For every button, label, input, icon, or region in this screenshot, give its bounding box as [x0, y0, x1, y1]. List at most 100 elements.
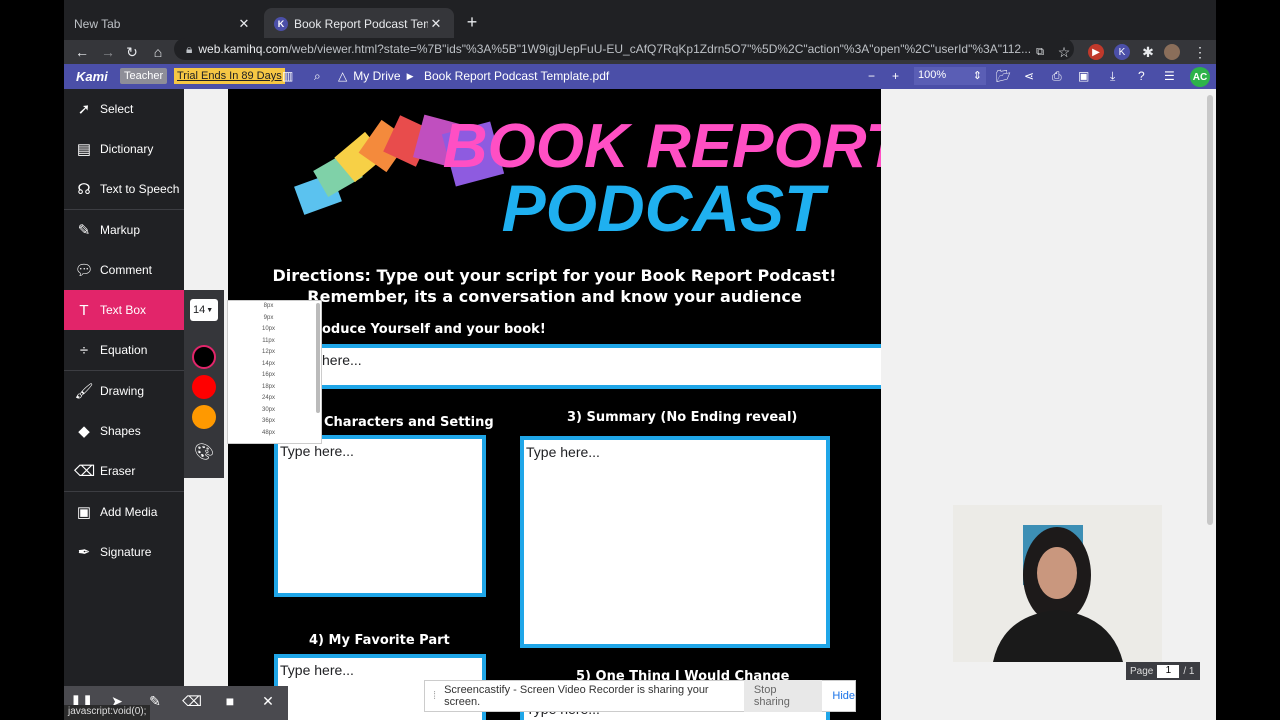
hamburger-menu-icon[interactable]: ☰: [1164, 69, 1175, 83]
close-icon[interactable]: ✕: [257, 693, 279, 713]
sidebar-item-signature[interactable]: ✒ Signature: [64, 532, 184, 572]
close-icon[interactable]: ✕: [428, 16, 444, 32]
drive-link[interactable]: My Drive: [353, 69, 400, 83]
tab-new-tab[interactable]: New Tab ✕: [64, 8, 262, 40]
font-size-option[interactable]: 11px: [228, 336, 321, 348]
url-host: web.kamihq.com: [198, 42, 289, 56]
search-icon[interactable]: ⌕: [314, 69, 321, 84]
home-icon[interactable]: ⌂: [148, 40, 168, 64]
tab-title: New Tab: [74, 17, 121, 31]
trial-badge[interactable]: Trial Ends In 89 Days: [174, 68, 285, 84]
font-size-value: 14: [193, 304, 206, 316]
sidebar-item-label: Comment: [100, 263, 153, 277]
sidebar-item-eraser[interactable]: ⌫ Eraser: [64, 451, 184, 491]
sidebar-item-label: Select: [100, 102, 134, 116]
viewer-scrollbar[interactable]: [1207, 95, 1213, 525]
browser-toolbar: ← → ↻ ⌂ 🔒︎ web.kamihq.com /web/viewer.ht…: [64, 38, 1216, 64]
star-icon[interactable]: ☆: [1054, 40, 1074, 64]
sidebar-item-equation[interactable]: ÷ Equation: [64, 330, 184, 370]
cursor-icon: ➚: [77, 101, 91, 118]
hide-button[interactable]: Hide: [832, 690, 855, 702]
eraser-icon[interactable]: ⌫: [181, 693, 203, 713]
color-swatch-black[interactable]: [192, 345, 216, 369]
font-size-option[interactable]: 48px: [228, 428, 321, 440]
share-message: Screencastify - Screen Video Recorder is…: [444, 684, 709, 708]
sidebar-item-label: Dictionary: [100, 142, 154, 156]
sidebar-item-label: Text to Speech: [100, 182, 180, 196]
save-icon[interactable]: ▣: [1078, 69, 1089, 83]
text-icon: T: [79, 301, 89, 319]
share-icon[interactable]: ⋖: [1024, 69, 1034, 83]
camera-icon[interactable]: ■: [219, 693, 241, 713]
sidebar-item-label: Shapes: [100, 424, 141, 438]
zoom-in-icon[interactable]: +: [892, 69, 899, 83]
sidebar-item-dictionary[interactable]: ▤ Dictionary: [64, 129, 184, 169]
print-icon[interactable]: ⎙: [1052, 69, 1062, 84]
font-size-option[interactable]: 14px: [228, 359, 321, 371]
download-icon[interactable]: ⤓: [1110, 69, 1115, 84]
forward-arrow-icon[interactable]: →: [98, 40, 118, 64]
color-swatch-red[interactable]: [192, 375, 216, 399]
sidebar-toggle-icon[interactable]: ▥: [282, 69, 293, 83]
directions-line2: Remember, its a conversation and know yo…: [307, 287, 802, 306]
zoom-select[interactable]: 100% ⇕: [914, 67, 986, 85]
media-icon: ▣: [76, 504, 92, 521]
install-icon[interactable]: ⧉: [1030, 40, 1050, 64]
user-avatar[interactable]: AC: [1190, 67, 1210, 87]
sidebar-item-text-box[interactable]: T Text Box: [64, 290, 184, 330]
page-total: / 1: [1183, 665, 1195, 677]
reload-icon[interactable]: ↻: [122, 40, 142, 64]
sidebar-item-select[interactable]: ➚ Select: [64, 89, 184, 129]
screen-share-bar: ⁞ Screencastify - Screen Video Recorder …: [424, 680, 856, 712]
font-size-option[interactable]: 30px: [228, 405, 321, 417]
font-size-option[interactable]: 9px: [228, 313, 321, 325]
document-name: Book Report Podcast Template.pdf: [424, 69, 610, 83]
intro-text-field[interactable]: here...: [316, 344, 881, 389]
chevron-right-icon: ▶: [406, 70, 414, 81]
characters-text-field[interactable]: Type here...: [274, 435, 486, 597]
back-arrow-icon[interactable]: ←: [72, 40, 92, 64]
font-size-option[interactable]: 8px: [228, 301, 321, 313]
stop-sharing-button[interactable]: Stop sharing: [743, 680, 823, 712]
sidebar-item-add-media[interactable]: ▣ Add Media: [64, 492, 184, 532]
sidebar-item-label: Drawing: [100, 384, 145, 398]
summary-text-field[interactable]: Type here...: [520, 436, 830, 648]
sidebar-item-text-to-speech[interactable]: ☊ Text to Speech: [64, 169, 184, 209]
sidebar-item-comment[interactable]: 💬︎ Comment: [64, 250, 184, 290]
menu-dots-icon[interactable]: ⋮: [1190, 40, 1210, 64]
kami-extension-icon[interactable]: K: [1114, 44, 1130, 60]
shapes-icon: ◆: [78, 423, 90, 440]
breadcrumb[interactable]: △ My Drive ▶: [338, 69, 414, 83]
new-tab-button[interactable]: +: [462, 12, 482, 33]
font-size-option[interactable]: 18px: [228, 382, 321, 394]
font-size-select[interactable]: 14 ▼: [190, 299, 218, 321]
address-bar[interactable]: 🔒︎ web.kamihq.com /web/viewer.html?state…: [174, 38, 1074, 60]
font-size-option[interactable]: 24px: [228, 393, 321, 405]
section-heading-intro: oduce Yourself and your book!: [322, 322, 546, 337]
sidebar-item-shapes[interactable]: ◆ Shapes: [64, 411, 184, 451]
color-swatch-orange[interactable]: [192, 405, 216, 429]
screencastify-extension-icon[interactable]: ▶: [1088, 44, 1104, 60]
tab-book-report[interactable]: K Book Report Podcast Template ✕: [264, 8, 454, 40]
font-size-option[interactable]: 36px: [228, 416, 321, 428]
profile-avatar[interactable]: [1164, 44, 1180, 60]
section-heading-characters: Characters and Setting: [324, 415, 494, 430]
sidebar-item-drawing[interactable]: 🖌︎ Drawing: [64, 371, 184, 411]
page-number-input[interactable]: 1: [1157, 664, 1180, 678]
webcam-overlay[interactable]: [953, 505, 1162, 662]
help-icon[interactable]: ?: [1138, 69, 1145, 83]
puzzle-icon[interactable]: ✱: [1138, 40, 1158, 64]
zoom-out-icon[interactable]: −: [868, 69, 875, 83]
webcam-person-image: [953, 505, 1162, 662]
drag-handle-icon[interactable]: ⁞: [433, 690, 436, 702]
palette-icon[interactable]: 🎨︎: [192, 442, 216, 466]
font-size-option[interactable]: 10px: [228, 324, 321, 336]
field-text: here...: [322, 352, 362, 368]
sidebar-item-markup[interactable]: ✎ Markup: [64, 210, 184, 250]
font-size-option[interactable]: 12px: [228, 347, 321, 359]
dropdown-scrollbar[interactable]: [316, 303, 320, 413]
close-icon[interactable]: ✕: [236, 16, 252, 32]
font-size-option[interactable]: 16px: [228, 370, 321, 382]
folder-open-icon[interactable]: 📂︎: [996, 69, 1011, 83]
tab-title: Book Report Podcast Template: [294, 17, 428, 31]
